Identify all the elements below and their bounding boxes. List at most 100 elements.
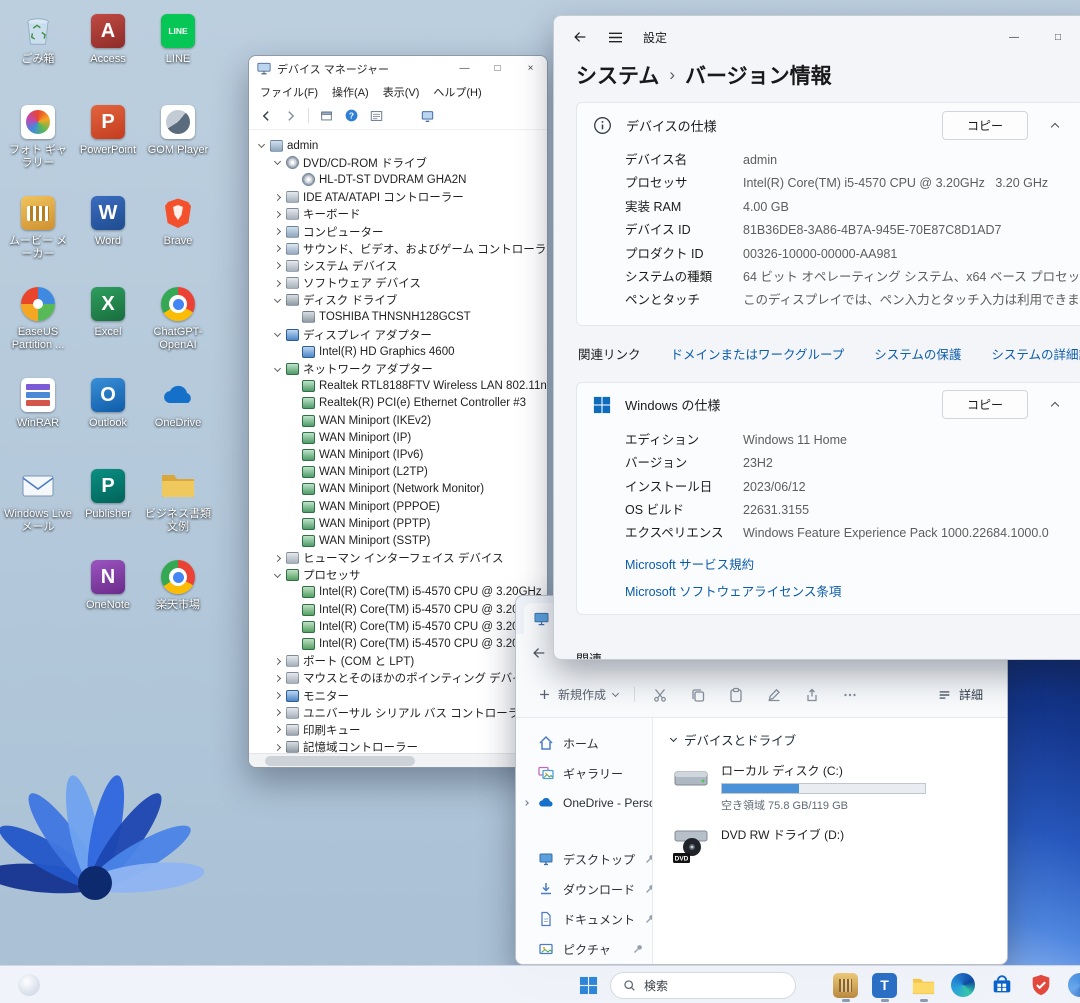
desktop-icon-winrar[interactable]: WinRAR [4, 376, 72, 430]
desktop-icon-onenote[interactable]: NOneNote [74, 558, 142, 612]
sidebar-item-home[interactable]: ホーム [516, 728, 652, 758]
menu-item-3[interactable]: ヘルプ(H) [426, 82, 488, 102]
tree-expander-open[interactable] [271, 333, 283, 336]
edge-icon[interactable] [949, 966, 976, 1003]
tree-item-14[interactable]: Realtek RTL8188FTV Wireless LAN 802.11n [249, 378, 547, 395]
window-icon[interactable] [315, 105, 337, 127]
related-link-0[interactable]: ドメインまたはワークグループ [671, 344, 845, 363]
tree-expander-closed[interactable] [271, 281, 283, 286]
scan-hardware-icon[interactable] [416, 105, 438, 127]
device-manager-titlebar[interactable]: デバイス マネージャー — □ × [249, 56, 547, 81]
related-link-1[interactable]: システムの保護 [874, 344, 961, 363]
tree-item-0[interactable]: admin [249, 137, 547, 154]
scrollbar-thumb[interactable] [265, 756, 415, 766]
tree-item-32[interactable]: モニター [249, 687, 547, 704]
help-icon[interactable]: ? [340, 105, 362, 127]
tree-expander-closed[interactable] [271, 556, 283, 561]
menu-item-0[interactable]: ファイル(F) [253, 82, 325, 102]
tree-expander-closed[interactable] [271, 745, 283, 750]
taskbar-corner-icon[interactable] [14, 966, 44, 1003]
copy-button[interactable]: コピー [942, 111, 1028, 140]
tree-item-3[interactable]: IDE ATA/ATAPI コントローラー [249, 189, 547, 206]
tree-expander-closed[interactable] [271, 676, 283, 681]
taskbar-search[interactable]: 検索 [610, 966, 796, 1003]
tree-expander-closed[interactable] [271, 229, 283, 234]
forward-icon[interactable] [280, 105, 302, 127]
sidebar-item-pictures[interactable]: ピクチャ [516, 934, 652, 964]
tree-item-19[interactable]: WAN Miniport (L2TP) [249, 464, 547, 481]
breadcrumb-system[interactable]: システム [576, 60, 659, 90]
tree-expander-closed[interactable] [271, 710, 283, 715]
tree-item-5[interactable]: コンピューター [249, 223, 547, 240]
tree-item-33[interactable]: ユニバーサル シリアル バス コントローラー [249, 704, 547, 721]
tree-expander-open[interactable] [271, 574, 283, 577]
tree-expander-closed[interactable] [271, 246, 283, 251]
tree-item-25[interactable]: プロセッサ [249, 567, 547, 584]
tree-item-29[interactable]: Intel(R) Core(TM) i5-4570 CPU @ 3.20GHz [249, 635, 547, 652]
tree-item-35[interactable]: 記憶域コントローラー [249, 739, 547, 753]
hamburger-menu-icon[interactable] [608, 31, 623, 44]
paste-icon[interactable] [719, 679, 752, 711]
back-icon[interactable] [572, 29, 588, 45]
tree-item-17[interactable]: WAN Miniport (IP) [249, 429, 547, 446]
tree-item-10[interactable]: TOSHIBA THNSNH128GCST [249, 309, 547, 326]
browser-icon[interactable] [1066, 966, 1080, 1003]
security-icon[interactable] [1027, 966, 1054, 1003]
desktop-icon-live-mail[interactable]: Windows Live メール [4, 467, 72, 533]
tree-expander-closed[interactable] [271, 212, 283, 217]
minimize-icon[interactable]: — [992, 16, 1036, 58]
desktop-icon-excel[interactable]: XExcel [74, 285, 142, 339]
desktop-icon-publisher[interactable]: PPublisher [74, 467, 142, 521]
blue-t-app-icon[interactable]: T [871, 966, 898, 1003]
tree-expander-open[interactable] [271, 161, 283, 164]
section-header-devices-drives[interactable]: デバイスとドライブ [671, 730, 989, 749]
tree-item-30[interactable]: ポート (COM と LPT) [249, 653, 547, 670]
copy-icon[interactable] [681, 679, 714, 711]
tree-item-21[interactable]: WAN Miniport (PPPOE) [249, 498, 547, 515]
tree-item-12[interactable]: Intel(R) HD Graphics 4600 [249, 343, 547, 360]
tree-item-7[interactable]: システム デバイス [249, 257, 547, 274]
close-icon[interactable]: × [514, 56, 547, 81]
tree-expander-closed[interactable] [271, 659, 283, 664]
tree-item-8[interactable]: ソフトウェア デバイス [249, 275, 547, 292]
maximize-icon[interactable]: □ [481, 56, 514, 81]
tree-expander-closed[interactable] [271, 263, 283, 268]
chevron-right-icon[interactable] [523, 800, 529, 806]
tree-expander-open[interactable] [255, 144, 267, 147]
back-icon[interactable] [255, 105, 277, 127]
gold-app-icon[interactable] [832, 966, 859, 1003]
desktop-icon-movie-maker[interactable]: ムービー メーカー [4, 194, 72, 260]
list-icon[interactable] [365, 105, 387, 127]
windows-spec-link-1[interactable]: Microsoft ソフトウェアライセンス条項 [625, 581, 1068, 600]
sidebar-item-gallery[interactable]: ギャラリー [516, 758, 652, 788]
desktop-icon-word[interactable]: WWord [74, 194, 142, 248]
start-button[interactable] [572, 966, 604, 1003]
tree-item-31[interactable]: マウスとそのほかのポインティング デバイス [249, 670, 547, 687]
collapse-icon[interactable] [1042, 400, 1068, 409]
desktop-icon-gom-player[interactable]: GOM Player [144, 103, 212, 157]
store-icon[interactable] [988, 966, 1015, 1003]
tree-item-24[interactable]: ヒューマン インターフェイス デバイス [249, 550, 547, 567]
cut-icon[interactable] [643, 679, 676, 711]
tree-item-4[interactable]: キーボード [249, 206, 547, 223]
tree-item-20[interactable]: WAN Miniport (Network Monitor) [249, 481, 547, 498]
windows-spec-link-0[interactable]: Microsoft サービス規約 [625, 554, 1068, 573]
file-explorer-icon[interactable] [910, 966, 937, 1003]
copy-button[interactable]: コピー [942, 390, 1028, 419]
sidebar-item-onedrive[interactable]: OneDrive - Personal [516, 788, 652, 818]
new-button[interactable]: 新規作成 [530, 680, 626, 709]
tree-item-26[interactable]: Intel(R) Core(TM) i5-4570 CPU @ 3.20GHz [249, 584, 547, 601]
menu-item-2[interactable]: 表示(V) [376, 82, 427, 102]
rename-icon[interactable] [757, 679, 790, 711]
maximize-icon[interactable]: □ [1036, 16, 1080, 58]
share-icon[interactable] [795, 679, 828, 711]
menu-item-1[interactable]: 操作(A) [325, 82, 376, 102]
desktop-icon-line[interactable]: LINELINE [144, 12, 212, 66]
tree-item-23[interactable]: WAN Miniport (SSTP) [249, 532, 547, 549]
sidebar-item-document[interactable]: ドキュメント [516, 904, 652, 934]
drive-item-d[interactable]: DVDDVD RW ドライブ (D:) [671, 826, 989, 864]
desktop-icon-business-docs[interactable]: ビジネス書類文例 [144, 467, 212, 533]
desktop-icon-access[interactable]: AAccess [74, 12, 142, 66]
drive-item-c[interactable]: ローカル ディスク (C:)空き領域 75.8 GB/119 GB [671, 762, 989, 813]
minimize-icon[interactable]: — [448, 56, 481, 81]
